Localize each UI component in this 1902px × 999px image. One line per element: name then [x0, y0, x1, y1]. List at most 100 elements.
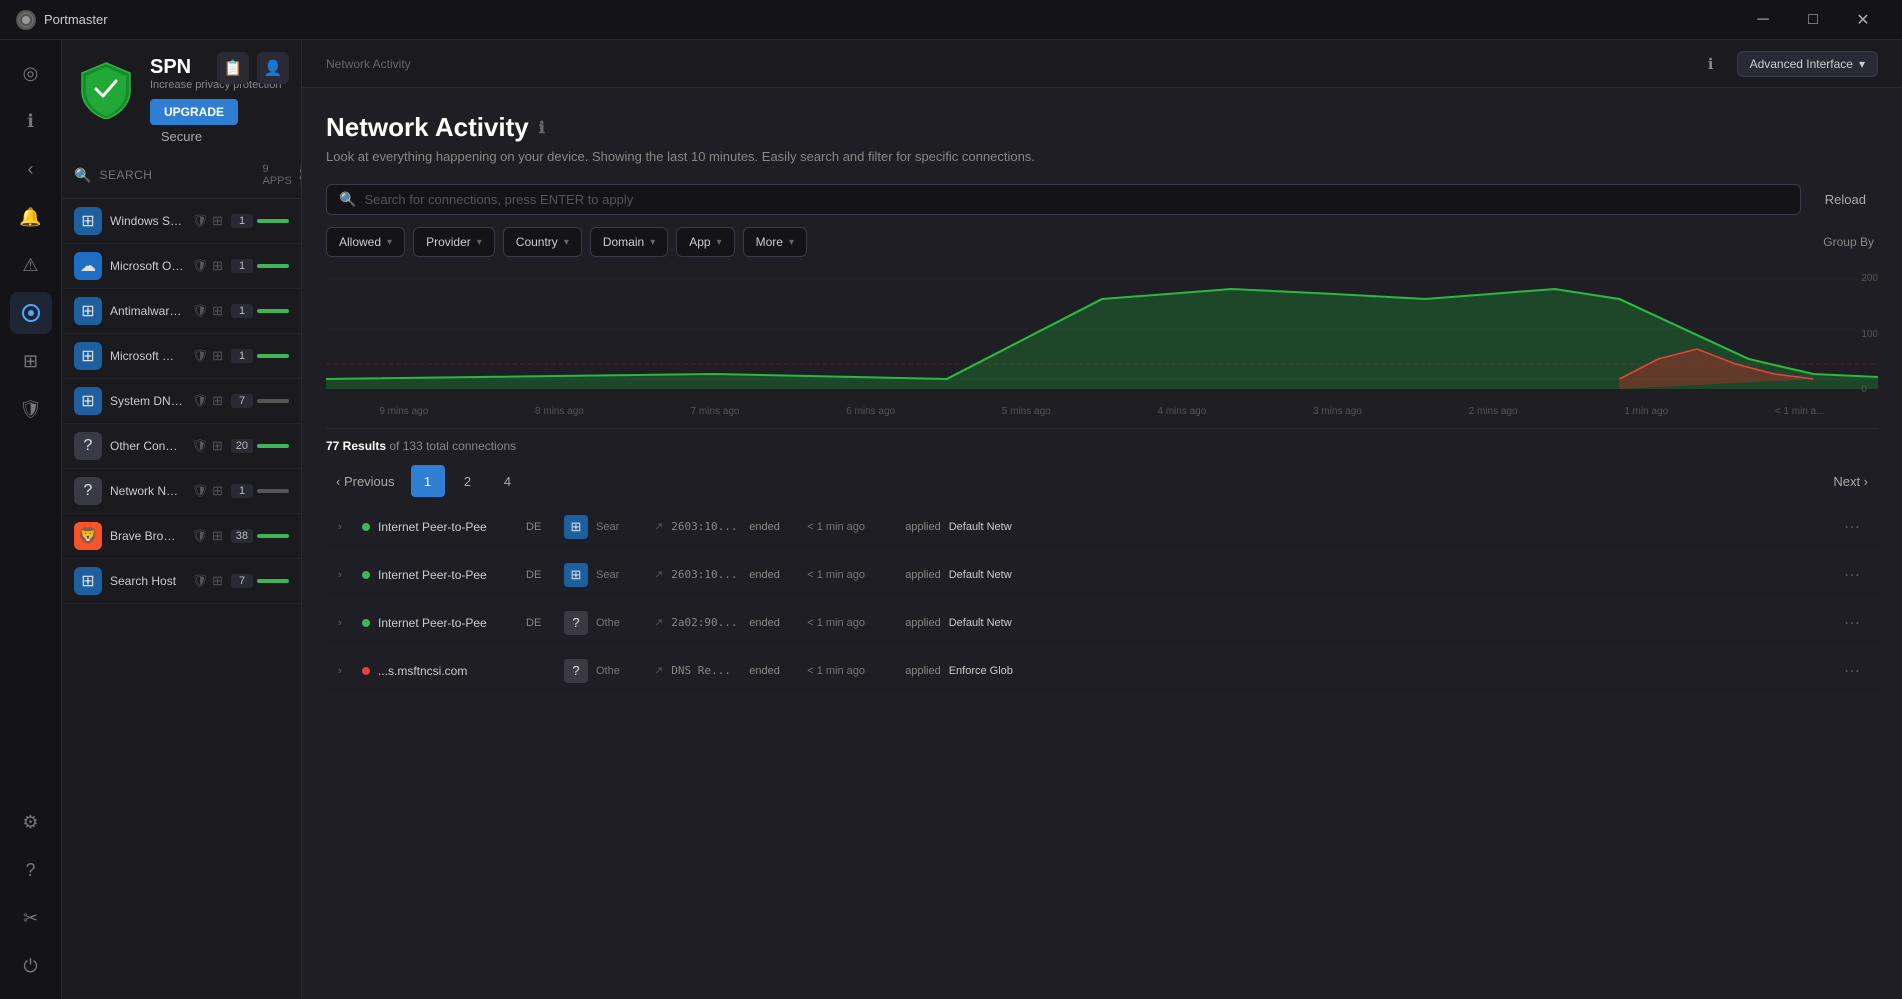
nav-item-settings[interactable]: ⚙	[10, 801, 52, 843]
badge-bar	[257, 354, 289, 358]
connection-type: Sear	[596, 521, 646, 533]
reload-button[interactable]: Reload	[1813, 186, 1878, 213]
app-list-item[interactable]: ⊞ Search Host 🛡 ⊞ 7	[62, 559, 301, 604]
page-title-info-icon[interactable]: ℹ	[539, 118, 545, 138]
connection-more-button[interactable]: ⋯	[1838, 659, 1866, 683]
app-actions: 🛡 ⊞	[191, 528, 222, 544]
app-action-settings[interactable]: ⊞	[212, 213, 223, 229]
app-list-item[interactable]: ⊞ Windows Start Experience Host 🛡 ⊞ 1	[62, 199, 301, 244]
filter-label: More	[756, 235, 783, 249]
close-button[interactable]: ✕	[1840, 0, 1886, 40]
app-action-privacy[interactable]: 🛡	[192, 303, 209, 319]
nav-item-spn[interactable]	[10, 292, 52, 334]
filter-more-button[interactable]: More▾	[743, 227, 807, 257]
nav-item-shield[interactable]: 🛡	[10, 388, 52, 430]
profile-button[interactable]: 👤	[257, 52, 289, 84]
filter-app-button[interactable]: App▾	[676, 227, 734, 257]
connection-search-input[interactable]	[364, 192, 1787, 207]
connection-app-icon: ⊞	[564, 515, 588, 539]
connection-address: 2603:10...	[671, 568, 741, 581]
app-list-item[interactable]: ⊞ Microsoft Windows Client Web Ex... 🛡 ⊞…	[62, 334, 301, 379]
expand-icon: ›	[338, 521, 354, 533]
app-action-settings[interactable]: ⊞	[212, 348, 223, 364]
chevron-down-icon: ▾	[717, 237, 722, 248]
connection-more-button[interactable]: ⋯	[1838, 515, 1866, 539]
nav-item-info[interactable]: ℹ	[10, 100, 52, 142]
connection-more-button[interactable]: ⋯	[1838, 563, 1866, 587]
nav-item-bell[interactable]: 🔔	[10, 196, 52, 238]
filter-label: Provider	[426, 235, 471, 249]
connection-row[interactable]: › Internet Peer-to-Pee DE ⊞ Sear ↗ 2603:…	[326, 503, 1878, 551]
app-list-item[interactable]: ⊞ Antimalware Service Executable 🛡 ⊞ 1	[62, 289, 301, 334]
app-actions: 🛡 ⊞	[192, 258, 223, 274]
app-action-settings[interactable]: ⊞	[212, 393, 223, 409]
nav-item-apps[interactable]: ⊞	[10, 340, 52, 382]
app-name: Microsoft OneDrive	[110, 259, 184, 273]
connection-row[interactable]: › Internet Peer-to-Pee DE ⊞ Sear ↗ 2603:…	[326, 551, 1878, 599]
app-icon: ⊞	[74, 567, 102, 595]
page-2-button[interactable]: 2	[451, 465, 485, 497]
arrow-icon: ↗	[654, 616, 663, 629]
nav-item-back[interactable]: ‹	[10, 148, 52, 190]
badge-count: 1	[231, 304, 253, 318]
filter-allowed-button[interactable]: Allowed▾	[326, 227, 405, 257]
badge-count: 7	[231, 574, 253, 588]
app-action-privacy[interactable]: 🛡	[192, 348, 209, 364]
nav-item-help[interactable]: ?	[10, 849, 52, 891]
connection-address: DNS Re...	[671, 664, 741, 677]
app-action-settings[interactable]: ⊞	[212, 483, 223, 499]
next-page-button[interactable]: Next ›	[1823, 468, 1878, 495]
app-name: Other Connections	[110, 439, 183, 453]
arrow-icon: ↗	[654, 520, 663, 533]
sidebar-search-input[interactable]	[99, 168, 254, 182]
connection-verdict: applied	[905, 617, 940, 629]
chevron-down-icon: ▾	[564, 237, 569, 248]
nav-item-tools[interactable]: ✂	[10, 897, 52, 939]
app-list-item[interactable]: ☁ Microsoft OneDrive 🛡 ⊞ 1	[62, 244, 301, 289]
app-action-settings[interactable]: ⊞	[212, 258, 223, 274]
connection-row[interactable]: › Internet Peer-to-Pee DE ? Othe ↗ 2a02:…	[326, 599, 1878, 647]
connection-row[interactable]: › ...s.msftncsi.com ? Othe ↗ DNS Re... e…	[326, 647, 1878, 695]
app-action-privacy[interactable]: 🛡	[192, 483, 209, 499]
connection-type: Othe	[596, 665, 646, 677]
page-1-button[interactable]: 1	[411, 465, 445, 497]
app-action-settings[interactable]: ⊞	[212, 573, 223, 589]
connection-name: Internet Peer-to-Pee	[378, 520, 518, 534]
connection-country: DE	[526, 521, 556, 533]
app-list-item[interactable]: 🦁 Brave Browser 🛡 ⊞ 38	[62, 514, 301, 559]
prev-page-button[interactable]: ‹ Previous	[326, 468, 405, 495]
app-action-privacy[interactable]: 🛡	[192, 573, 209, 589]
app-actions: 🛡 ⊞	[192, 573, 223, 589]
app-action-settings[interactable]: ⊞	[212, 438, 223, 454]
info-button[interactable]: ℹ	[1697, 50, 1725, 78]
app-list-item[interactable]: ? Other Connections 🛡 ⊞ 20	[62, 424, 301, 469]
page-title-container: Network Activity ℹ	[326, 112, 1878, 143]
notes-button[interactable]: 📋	[217, 52, 249, 84]
filter-domain-button[interactable]: Domain▾	[590, 227, 668, 257]
minimize-button[interactable]: ─	[1740, 0, 1786, 40]
nav-item-warning[interactable]: ⚠	[10, 244, 52, 286]
interface-selector[interactable]: Advanced Interface ▾	[1737, 51, 1878, 77]
app-list-item[interactable]: ⊞ System DNS Client 🛡 ⊞ 7	[62, 379, 301, 424]
app-action-privacy[interactable]: 🛡	[192, 393, 209, 409]
spn-upgrade-button[interactable]: UPGRADE	[150, 99, 238, 125]
app-action-privacy[interactable]: 🛡	[192, 213, 209, 229]
app-name: Portmaster	[44, 12, 108, 27]
chart-x-label: 4 mins ago	[1157, 406, 1206, 417]
app-action-settings[interactable]: ⊞	[212, 528, 223, 544]
connection-more-button[interactable]: ⋯	[1838, 611, 1866, 635]
app-action-privacy[interactable]: 🛡	[191, 438, 208, 454]
app-action-privacy[interactable]: 🛡	[192, 258, 209, 274]
page-4-button[interactable]: 4	[491, 465, 525, 497]
filter-country-button[interactable]: Country▾	[503, 227, 582, 257]
maximize-button[interactable]: □	[1790, 0, 1836, 40]
group-by-button[interactable]: Group By	[1819, 228, 1878, 256]
app-action-privacy[interactable]: 🛡	[191, 528, 208, 544]
app-list-item[interactable]: ? Network Noise 🛡 ⊞ 1	[62, 469, 301, 514]
badge-count: 1	[231, 349, 253, 363]
app-action-settings[interactable]: ⊞	[212, 303, 223, 319]
nav-item-globe[interactable]: ◎	[10, 52, 52, 94]
chart-x-label: 9 mins ago	[379, 406, 428, 417]
filter-provider-button[interactable]: Provider▾	[413, 227, 495, 257]
nav-item-power[interactable]: ⏻	[10, 945, 52, 987]
